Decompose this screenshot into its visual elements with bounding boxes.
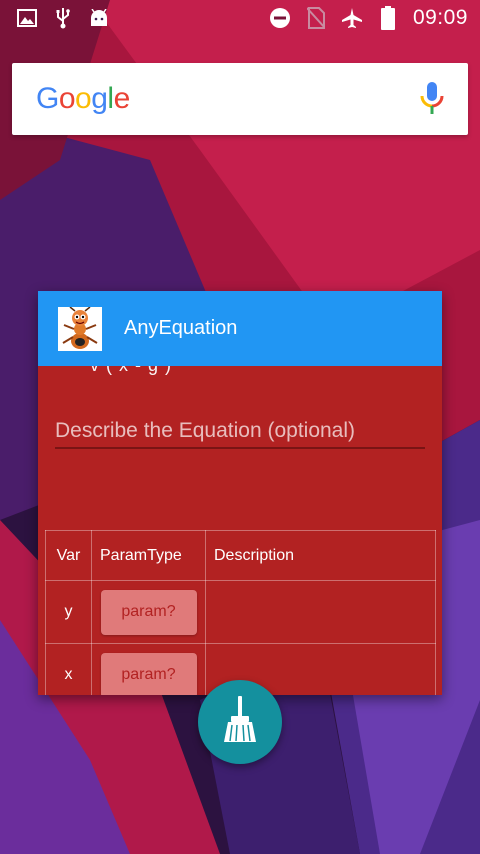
android-icon [88,7,110,29]
recent-app-header[interactable]: AnyEquation [38,291,442,366]
param-type-button[interactable]: param? [100,652,197,695]
google-logo: Google [36,82,130,116]
google-logo-letter: G [36,82,59,115]
param-type-button[interactable]: param? [100,589,197,635]
do-not-disturb-icon [269,7,291,29]
ant-mascot-icon [58,306,102,351]
usb-icon [52,7,74,29]
status-right-icons: 09:09 [269,6,468,30]
status-left-icons [16,7,110,29]
google-logo-letter: o [58,82,76,115]
param-type-cell: param? [91,643,206,695]
image-icon [16,7,38,29]
status-bar: 09:09 [0,0,480,36]
airplane-icon [341,7,363,29]
broom-icon [220,695,260,750]
mic-icon[interactable] [418,81,446,117]
param-type-cell: param? [91,580,206,644]
description-cell[interactable] [205,580,436,644]
google-logo-letter: e [113,82,131,115]
variable-cell: x [45,643,92,695]
google-search-bar[interactable]: Google [12,63,468,135]
recent-app-card[interactable]: AnyEquation v ( x - g ) Describe the Equ… [38,291,442,695]
table-header-row: Var ParamType Description [45,530,436,581]
equation-description-input[interactable]: Describe the Equation (optional) [55,413,425,449]
parameter-table: Var ParamType Description y param? x par… [45,530,436,695]
clear-all-button[interactable] [198,680,282,764]
column-header-var: Var [45,530,92,581]
google-logo-letter: g [91,82,108,115]
app-title: AnyEquation [124,317,238,339]
battery-icon [377,6,399,30]
column-header-description: Description [205,530,436,581]
variable-cell: y [45,580,92,644]
column-header-paramtype: ParamType [91,530,206,581]
clock: 09:09 [412,6,468,29]
table-row: y param? [45,580,436,644]
no-sim-icon [305,7,327,29]
google-logo-letter: o [75,82,92,115]
